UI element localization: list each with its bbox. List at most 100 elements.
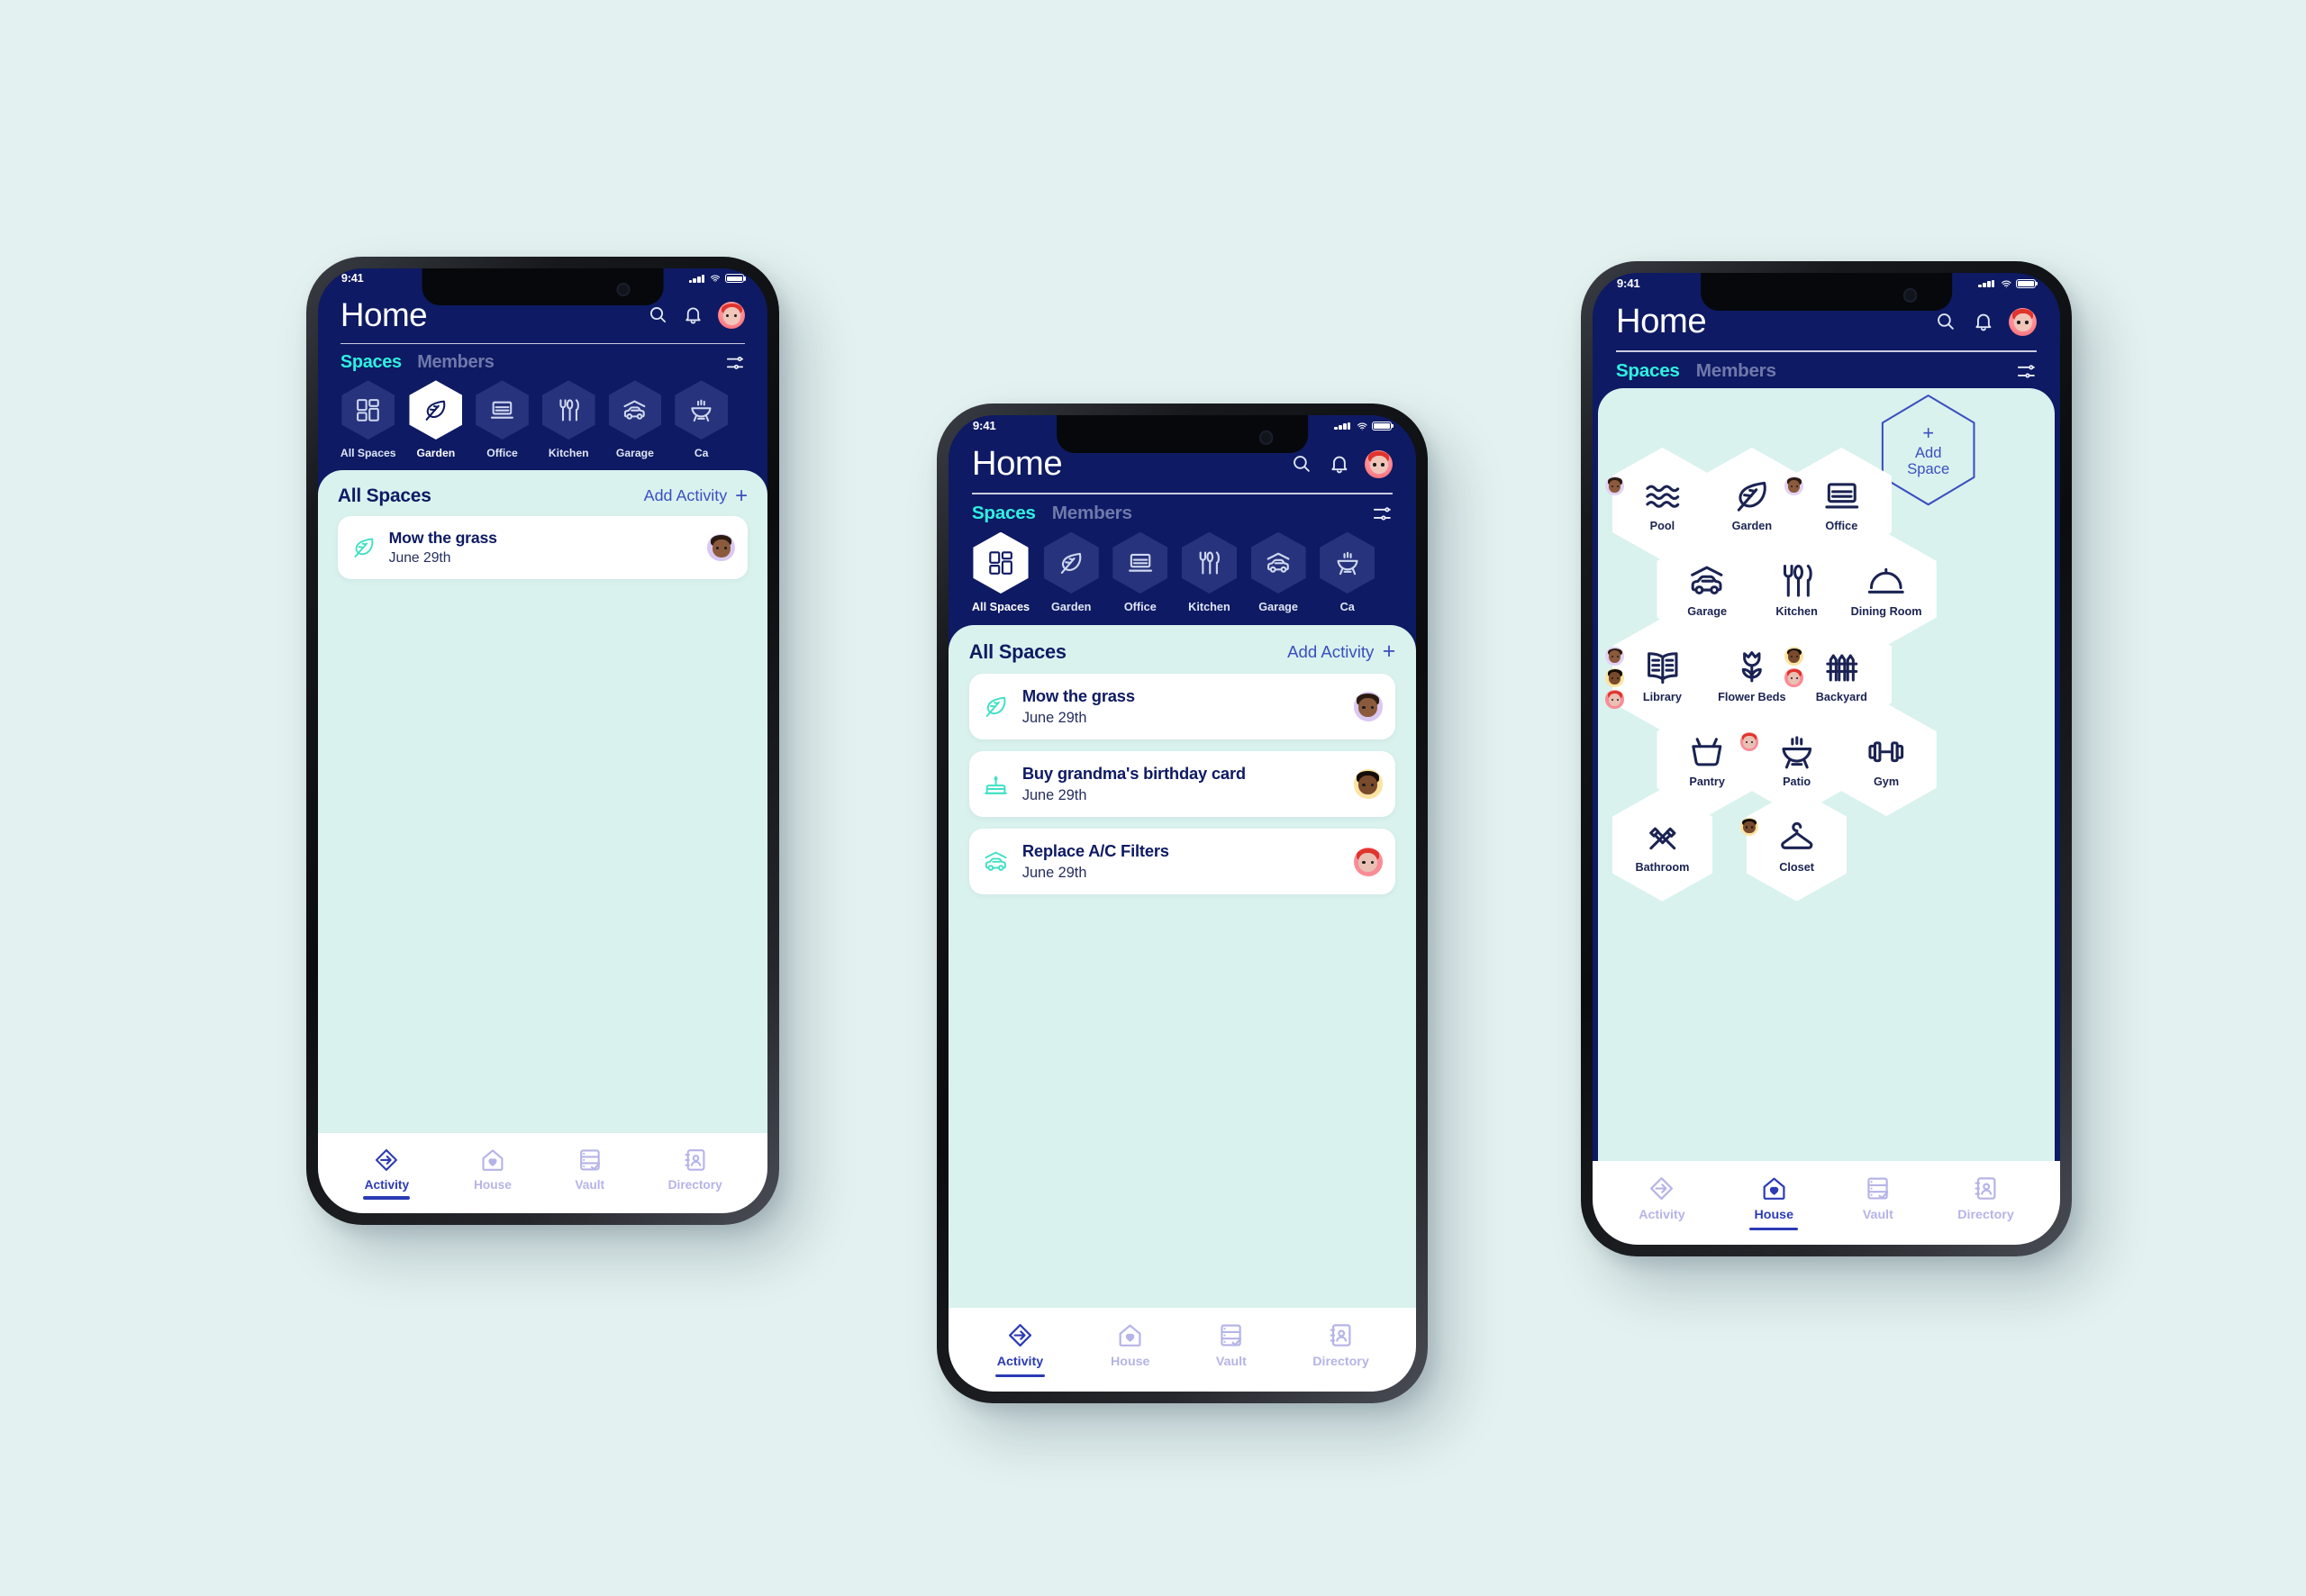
nav-item-house[interactable]: House [1749,1174,1799,1231]
nav-item-activity[interactable]: Activity [1639,1174,1685,1222]
space-chip-garage[interactable]: Garage [608,380,662,459]
filter-sliders-icon[interactable] [1372,503,1393,524]
space-chip-ca[interactable]: Ca [675,380,728,459]
nav-item-vault[interactable]: Vault [575,1147,604,1192]
space-chip-strip[interactable]: All Spaces Garden Office Kitchen Garage Ca [318,378,767,470]
hexagon-tile: Closet [1746,788,1848,902]
space-chip-garage[interactable]: Garage [1250,531,1306,614]
avatar[interactable] [1365,449,1394,478]
activity-assignee-avatar[interactable] [1353,769,1383,799]
space-hex-bathroom[interactable]: Bathroom [1611,788,1713,902]
search-icon[interactable] [1291,453,1312,475]
directory-contact-icon [1972,1174,2000,1202]
notification-bell-icon[interactable] [683,304,704,325]
cellular-bars-icon [688,275,706,283]
nav-item-label: Vault [1862,1208,1893,1223]
add-activity-button[interactable]: Add Activity + [644,485,748,507]
panel-title: All Spaces [337,485,431,506]
nav-item-directory[interactable]: Directory [1957,1174,2014,1222]
space-chip-ca[interactable]: Ca [1320,531,1375,613]
avatar-face [1784,476,1803,495]
notification-bell-icon[interactable] [1329,453,1350,475]
space-chip-kitchen[interactable]: Kitchen [1181,531,1237,613]
space-hex-label: Dining Room [1850,605,1922,619]
tab-spaces[interactable]: Spaces [1616,360,1680,382]
space-chip-all-spaces[interactable]: All Spaces [972,531,1030,613]
nav-item-house[interactable]: House [474,1147,512,1192]
header-divider [971,493,1394,495]
tab-members[interactable]: Members [1052,503,1132,524]
nav-item-directory[interactable]: Directory [668,1147,722,1192]
space-chip-label: Garage [1258,601,1298,614]
space-member-badges [1784,647,1804,690]
space-member-badge [1605,647,1625,666]
nav-item-activity[interactable]: Activity [995,1321,1045,1378]
filter-sliders-icon[interactable] [725,353,745,373]
bottom-navigation[interactable]: Activity House Vault Directory [1593,1160,2060,1245]
activity-date: June 29th [1021,786,1087,803]
nav-item-label: House [1754,1208,1793,1223]
space-chip-office[interactable]: Office [1112,531,1168,613]
avatar[interactable] [2009,307,2038,336]
page-title: Home [340,295,428,333]
grid-squares-icon [973,531,1029,594]
activity-assignee-avatar[interactable] [1353,692,1383,721]
space-chip-strip[interactable]: All Spaces Garden Office Kitchen Garage Ca [949,530,1416,625]
activity-card[interactable]: Buy grandma's birthday card June 29th [968,750,1396,818]
tab-spaces[interactable]: Spaces [340,352,402,373]
space-chip-kitchen[interactable]: Kitchen [541,380,595,459]
notification-bell-icon[interactable] [1973,311,1994,332]
space-chip-office[interactable]: Office [476,380,529,459]
grill-icon [1776,731,1818,773]
activity-assignee-avatar[interactable] [707,533,736,562]
space-hex-label: Bathroom [1635,860,1690,874]
space-hex-grid: + Add Space Pool Garden Office Garage Kitchen Di… [1598,388,2055,1161]
search-icon[interactable] [1935,311,1956,332]
leaf-icon [982,693,1010,721]
plus-icon: + [1382,639,1396,665]
space-chip-garden[interactable]: Garden [1043,531,1099,613]
space-chip-all-spaces[interactable]: All Spaces [340,380,396,459]
header-divider [340,342,746,345]
space-chip-garden[interactable]: Garden [409,380,463,459]
tab-spaces[interactable]: Spaces [972,503,1036,524]
phone-screen: 9:41.batt::after{height:4.144px;}HomeSpa… [949,415,1416,1392]
avatar-face [1605,668,1624,687]
add-space-hex[interactable]: + Add Space [1878,394,1978,506]
birthday-cake-icon [982,770,1010,798]
hexagon-tile: Gym [1836,703,1937,817]
tab-members[interactable]: Members [417,352,495,373]
vault-checklist-icon [576,1147,604,1174]
nav-item-vault[interactable]: Vault [1216,1321,1247,1369]
nav-active-underline [363,1196,411,1201]
space-chip-label: Garage [615,447,654,459]
search-icon[interactable] [648,304,668,325]
activity-card[interactable]: Replace A/C Filters June 29th [968,828,1396,895]
activity-card[interactable]: Mow the grass June 29th [968,673,1396,740]
panel-header: All Spaces Add Activity + [949,625,1416,674]
car-carport-icon [1250,531,1306,594]
nav-item-label: Vault [575,1178,605,1192]
header-tabs: Spaces Members [340,352,745,373]
space-hex-gym[interactable]: Gym [1836,703,1937,817]
avatar[interactable] [718,301,746,329]
nav-item-activity[interactable]: Activity [363,1147,411,1201]
tab-members[interactable]: Members [1696,360,1776,382]
space-member-badges [1605,647,1625,711]
bottom-navigation[interactable]: Activity House Vault Directory [318,1132,767,1213]
nav-item-house[interactable]: House [1111,1321,1149,1369]
bottom-navigation[interactable]: Activity House Vault Directory [949,1307,1416,1392]
avatar-face [1740,818,1759,837]
filter-sliders-icon[interactable] [2016,361,2037,382]
activity-card[interactable]: Mow the grass June 29th [337,515,749,580]
add-activity-button[interactable]: Add Activity + [1287,639,1396,665]
space-hex-closet[interactable]: Closet [1739,788,1848,902]
nav-item-label: Activity [364,1178,410,1192]
nav-item-vault[interactable]: Vault [1863,1174,1893,1222]
nav-item-directory[interactable]: Directory [1312,1321,1369,1369]
activity-assignee-avatar[interactable] [1353,847,1383,876]
nav-item-label: Vault [1215,1355,1247,1370]
activity-diamond-arrow-icon [1006,1321,1034,1349]
wifi-icon [1356,421,1369,431]
activity-diamond-arrow-icon [1648,1174,1675,1202]
